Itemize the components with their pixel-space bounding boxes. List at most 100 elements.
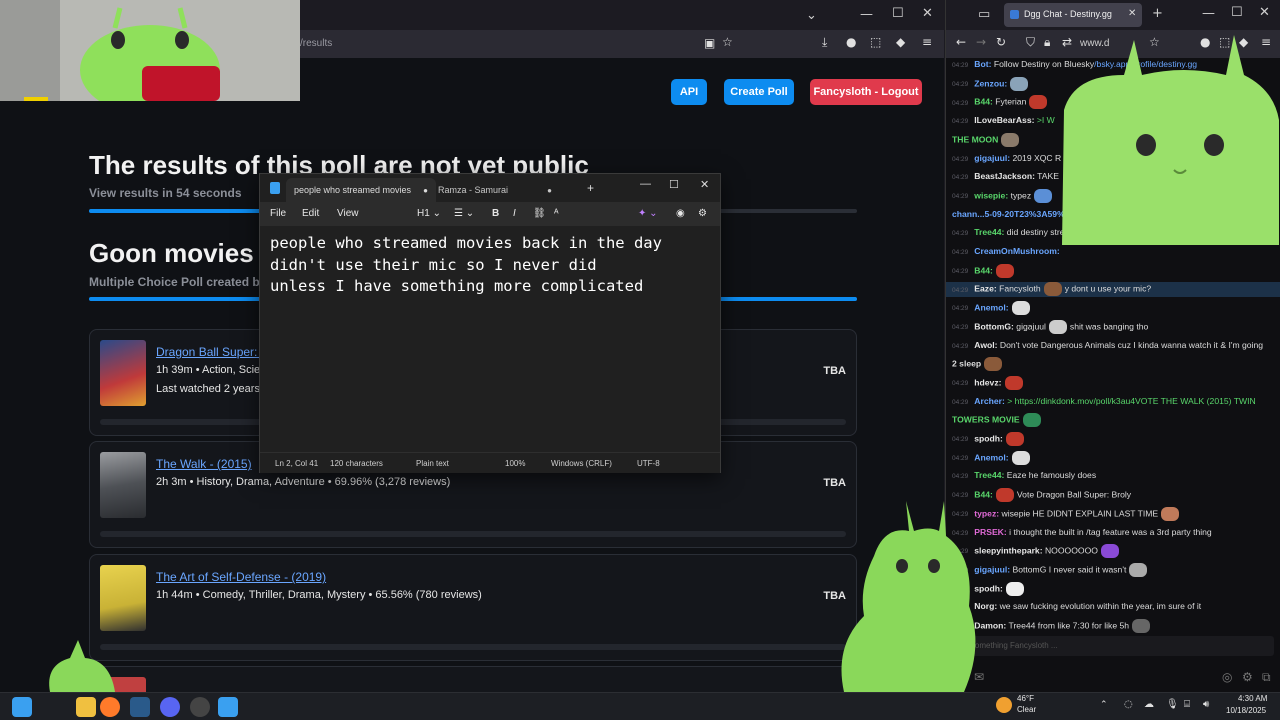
notepad-window[interactable]: people who streamed movies ● Ramza - Sam… bbox=[259, 173, 721, 473]
ublock-icon[interactable]: ◆ bbox=[896, 35, 905, 49]
chat-username[interactable]: B44: bbox=[974, 265, 993, 275]
bookmark-star-icon[interactable]: ☆ bbox=[722, 35, 733, 49]
discord-icon[interactable] bbox=[160, 697, 180, 717]
weather-condition[interactable]: Clear bbox=[1017, 705, 1036, 714]
forward-icon[interactable]: → bbox=[976, 35, 986, 49]
chat-username[interactable]: Archer: bbox=[974, 396, 1005, 406]
reload-icon[interactable]: ↻ bbox=[996, 35, 1006, 49]
chat-username[interactable]: THE MOON bbox=[952, 134, 998, 144]
link-icon[interactable]: ⛓ bbox=[533, 208, 546, 219]
chat-emote-icon bbox=[1129, 562, 1148, 577]
zoom-level[interactable]: 100% bbox=[505, 459, 525, 468]
settings-gear-icon[interactable]: ⚙ bbox=[698, 208, 707, 219]
chat-username[interactable]: Awol: bbox=[974, 340, 997, 350]
popout-icon[interactable]: ⧉ bbox=[1262, 670, 1271, 685]
bold-icon[interactable]: B bbox=[492, 208, 499, 219]
reader-view-icon[interactable]: ▣ bbox=[704, 36, 715, 50]
maximize-button[interactable]: ☐ bbox=[1231, 5, 1243, 20]
close-button[interactable]: ✕ bbox=[700, 178, 709, 191]
chat-username[interactable]: Tree44: bbox=[974, 470, 1004, 480]
italic-icon[interactable]: I bbox=[513, 208, 516, 219]
list-icon[interactable]: ☰ ⌄ bbox=[454, 208, 474, 219]
weather-temperature[interactable]: 46°F bbox=[1017, 694, 1034, 703]
chat-username[interactable]: Tree44: bbox=[974, 227, 1004, 237]
new-tab-icon[interactable]: + bbox=[1152, 6, 1163, 21]
weather-icon[interactable] bbox=[996, 697, 1012, 713]
chat-username[interactable]: Eaze: bbox=[974, 284, 996, 294]
cloud-icon[interactable]: ☁ bbox=[1144, 699, 1154, 710]
network-icon[interactable]: ⌸ bbox=[1184, 699, 1190, 710]
chat-username[interactable]: Bot: bbox=[974, 59, 991, 69]
back-icon[interactable]: ← bbox=[956, 35, 966, 49]
clock-time[interactable]: 4:30 AM bbox=[1238, 694, 1267, 703]
copilot-icon[interactable]: ✦ ⌄ bbox=[638, 208, 658, 219]
users-icon[interactable]: ◎ bbox=[1222, 670, 1232, 684]
menu-edit[interactable]: Edit bbox=[302, 208, 319, 219]
profile-icon[interactable]: ◉ bbox=[676, 208, 685, 219]
url-bar-text[interactable]: /results bbox=[300, 38, 332, 49]
volume-icon[interactable]: 🔊︎ bbox=[1203, 699, 1209, 710]
chat-username[interactable]: Zenzou: bbox=[974, 78, 1007, 88]
movie-title-link[interactable]: The Walk - (2015) bbox=[156, 457, 252, 471]
maximize-button[interactable]: ☐ bbox=[892, 6, 904, 21]
microphone-icon[interactable]: 🎙︎ bbox=[1166, 699, 1179, 710]
new-tab-icon[interactable]: + bbox=[587, 181, 594, 195]
heading-select[interactable]: H1 ⌄ bbox=[417, 208, 441, 219]
tray-app-icon[interactable]: ◌ bbox=[1124, 699, 1133, 710]
encoding[interactable]: UTF-8 bbox=[637, 459, 660, 468]
chat-username[interactable]: 2 sleep bbox=[952, 358, 981, 368]
close-button[interactable]: ✕ bbox=[1259, 5, 1270, 20]
chat-username[interactable]: wisepie: bbox=[974, 190, 1008, 200]
notepad-text-area[interactable]: people who streamed movies back in the d… bbox=[270, 233, 710, 298]
menu-view[interactable]: View bbox=[337, 208, 359, 219]
api-button[interactable]: API bbox=[671, 79, 707, 105]
chat-username[interactable]: TOWERS MOVIE bbox=[952, 415, 1020, 425]
tab-view-icon[interactable]: ▭ bbox=[978, 7, 990, 22]
menu-icon[interactable]: ≡ bbox=[922, 35, 932, 49]
firefox-icon[interactable] bbox=[100, 697, 120, 717]
minimize-button[interactable]: — bbox=[860, 7, 873, 22]
chat-username[interactable]: CreamOnMushroom: bbox=[974, 246, 1059, 256]
chat-username[interactable]: B44: bbox=[974, 97, 993, 107]
movie-title-link[interactable]: The Art of Self-Defense - (2019) bbox=[156, 570, 326, 584]
maximize-button[interactable]: ☐ bbox=[669, 178, 679, 191]
movie-card[interactable] bbox=[89, 666, 857, 692]
close-button[interactable]: ✕ bbox=[922, 6, 933, 21]
chat-emote-icon bbox=[1004, 375, 1023, 390]
files-icon[interactable] bbox=[76, 697, 96, 717]
settings-gear-icon[interactable]: ⚙ bbox=[1242, 670, 1253, 684]
close-tab-icon[interactable]: ✕ bbox=[1128, 8, 1136, 19]
extensions-icon[interactable]: ⬚ bbox=[870, 35, 881, 49]
movie-title-link[interactable]: Dragon Ball Super: B bbox=[156, 345, 269, 359]
chat-username[interactable]: gigajuul: bbox=[974, 153, 1010, 163]
chat-input[interactable]: te something Fancysloth ... bbox=[954, 636, 1274, 656]
tray-chevron-icon[interactable]: ⌃ bbox=[1100, 700, 1108, 710]
minimize-button[interactable]: — bbox=[1202, 6, 1215, 21]
tab-list-icon[interactable]: ⌄ bbox=[806, 8, 817, 23]
chat-username[interactable]: chann...5-09-20T23%3A59% bbox=[952, 209, 1065, 219]
clear-format-icon[interactable]: ᴬ bbox=[554, 208, 559, 219]
steam-icon[interactable] bbox=[130, 697, 150, 717]
chat-username[interactable]: hdevz: bbox=[974, 377, 1001, 387]
chat-username[interactable]: Anemol: bbox=[974, 302, 1008, 312]
movie-card[interactable]: The Art of Self-Defense - (2019) 1h 44m … bbox=[89, 554, 857, 661]
shield-icon[interactable]: ⛉ bbox=[1026, 35, 1035, 50]
chat-username[interactable]: BottomG: bbox=[974, 321, 1014, 331]
menu-file[interactable]: File bbox=[270, 208, 286, 219]
chat-username[interactable]: spodh: bbox=[974, 433, 1003, 443]
clock-date[interactable]: 10/18/2025 bbox=[1226, 706, 1266, 715]
start-icon[interactable] bbox=[12, 697, 32, 717]
obs-icon[interactable] bbox=[190, 697, 210, 717]
line-ending[interactable]: Windows (CRLF) bbox=[551, 459, 612, 468]
chat-username[interactable]: Anemol: bbox=[974, 452, 1008, 462]
minimize-button[interactable]: — bbox=[640, 178, 651, 190]
logout-button[interactable]: Fancysloth - Logout bbox=[810, 79, 922, 105]
chat-username[interactable]: ILoveBearAss: bbox=[974, 115, 1034, 125]
notepad-icon[interactable] bbox=[218, 697, 238, 717]
create-poll-button[interactable]: Create Poll bbox=[724, 79, 794, 105]
notepad-tab-active[interactable]: people who streamed movies ● bbox=[286, 178, 436, 202]
account-icon[interactable]: ● bbox=[846, 35, 856, 49]
downloads-icon[interactable]: ⤓ bbox=[822, 35, 827, 50]
chat-username[interactable]: BeastJackson: bbox=[974, 171, 1035, 181]
notepad-tab[interactable]: Ramza - Samurai ● bbox=[430, 178, 570, 202]
